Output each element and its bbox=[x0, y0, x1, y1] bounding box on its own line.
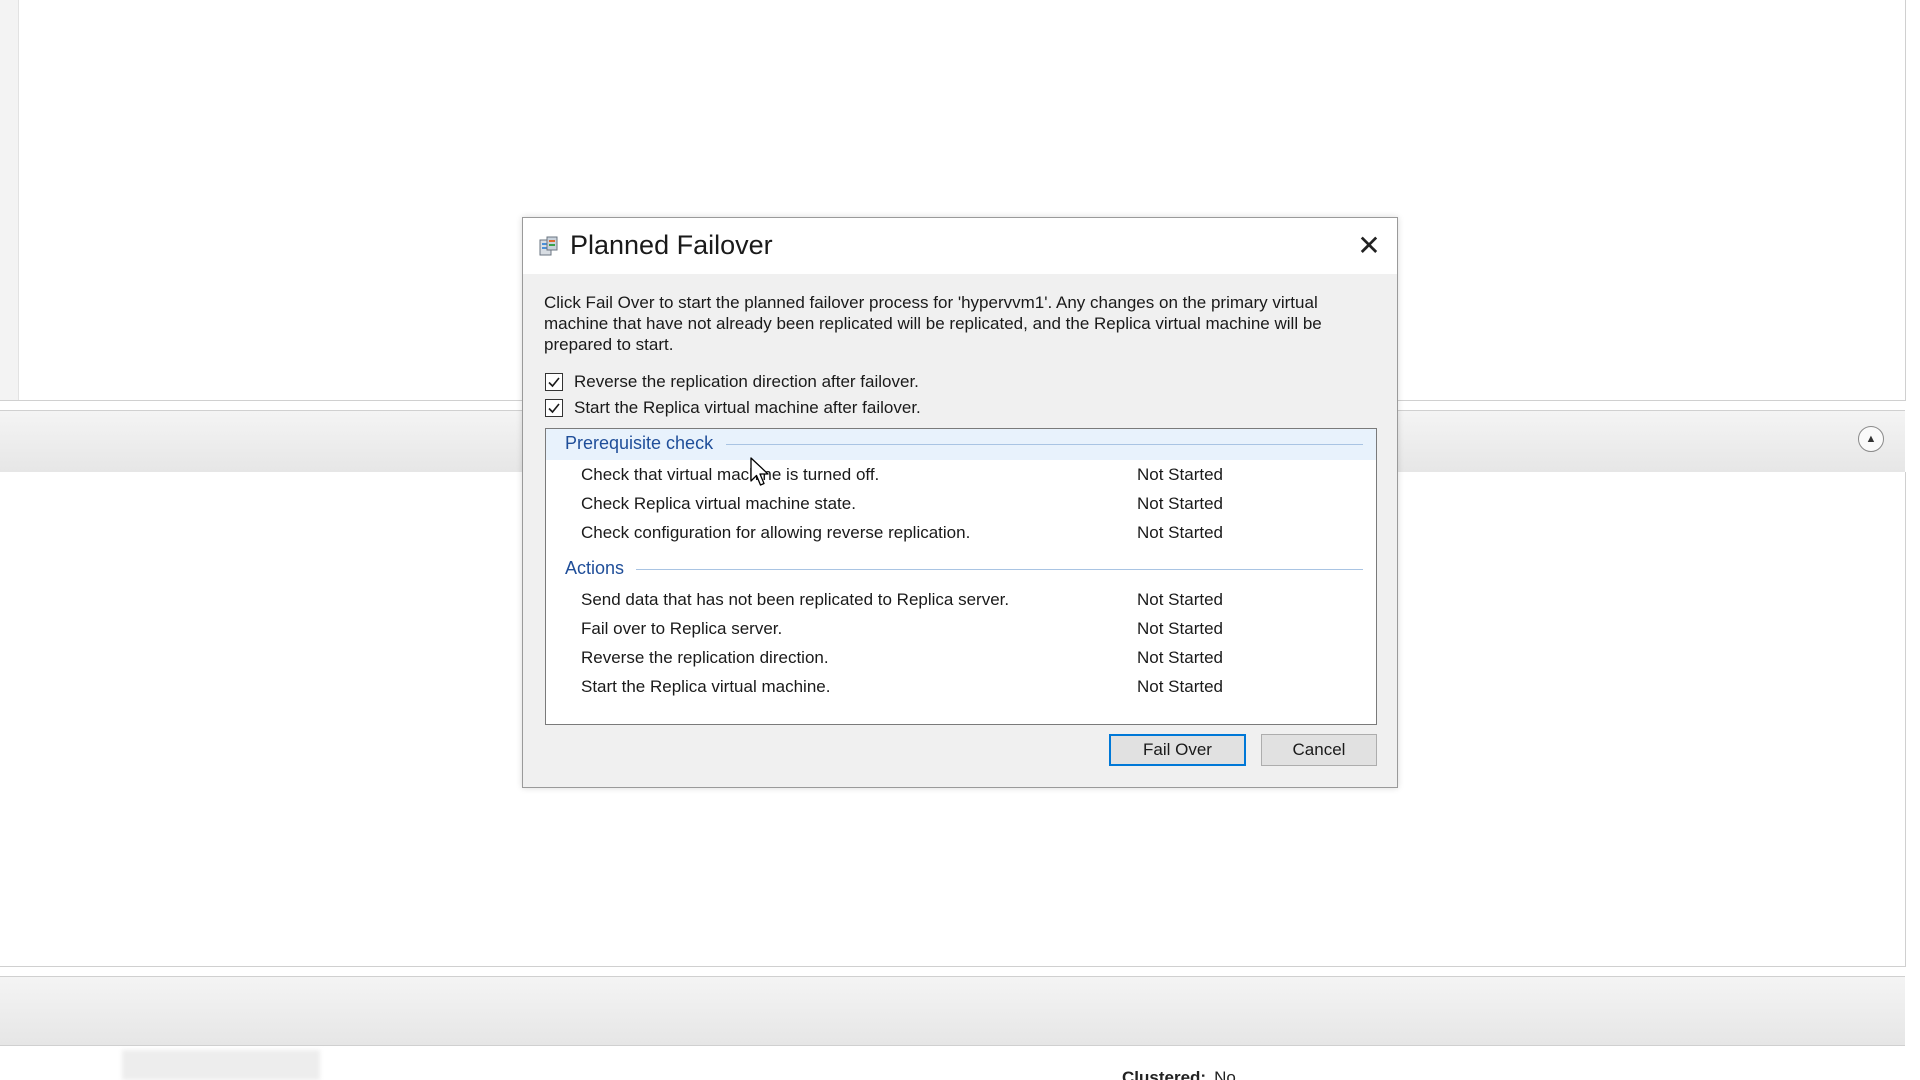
list-item: Check that virtual machine is turned off… bbox=[546, 461, 1376, 489]
start-replica-checkbox[interactable] bbox=[545, 399, 563, 417]
list-item: Fail over to Replica server. Not Started bbox=[546, 615, 1376, 643]
step-status: Not Started bbox=[1137, 648, 1223, 667]
mouse-cursor-icon bbox=[750, 457, 769, 486]
actions-section-title: Actions bbox=[565, 558, 625, 578]
step-label: Reverse the replication direction. bbox=[581, 648, 829, 667]
reverse-replication-option[interactable]: Reverse the replication direction after … bbox=[545, 371, 919, 393]
dialog-description: Click Fail Over to start the planned fai… bbox=[544, 293, 1322, 354]
list-item: Send data that has not been replicated t… bbox=[546, 586, 1376, 614]
list-item: Check Replica virtual machine state. Not… bbox=[546, 490, 1376, 518]
start-replica-option[interactable]: Start the Replica virtual machine after … bbox=[545, 397, 921, 419]
list-item: Reverse the replication direction. Not S… bbox=[546, 644, 1376, 672]
close-icon[interactable]: ✕ bbox=[1353, 230, 1385, 262]
failover-steps-list: Prerequisite check Check that virtual ma… bbox=[545, 428, 1377, 725]
step-label: Start the Replica virtual machine. bbox=[581, 677, 831, 696]
step-label: Send data that has not been replicated t… bbox=[581, 590, 1010, 609]
step-status: Not Started bbox=[1137, 523, 1223, 542]
desktop-screen: ▲ Clustered: No Planned Failover ✕ Click … bbox=[0, 0, 1920, 1080]
fail-over-button[interactable]: Fail Over bbox=[1109, 734, 1246, 766]
checkmark-icon bbox=[548, 377, 560, 388]
clustered-value: No bbox=[1214, 1068, 1236, 1080]
collapse-pane-icon[interactable]: ▲ bbox=[1858, 426, 1884, 452]
cancel-button[interactable]: Cancel bbox=[1261, 734, 1377, 766]
checkmark-icon bbox=[548, 403, 560, 414]
list-item: Start the Replica virtual machine. Not S… bbox=[546, 673, 1376, 701]
section-divider bbox=[726, 444, 1363, 445]
reverse-replication-label: Reverse the replication direction after … bbox=[574, 372, 919, 391]
planned-failover-dialog: Planned Failover ✕ Click Fail Over to st… bbox=[522, 217, 1398, 788]
step-label: Check Replica virtual machine state. bbox=[581, 494, 856, 513]
step-status: Not Started bbox=[1137, 465, 1223, 484]
list-item: Check configuration for allowing reverse… bbox=[546, 519, 1376, 547]
step-label: Fail over to Replica server. bbox=[581, 619, 783, 638]
actions-section-header: Actions bbox=[546, 554, 1376, 585]
step-status: Not Started bbox=[1137, 494, 1223, 513]
step-status: Not Started bbox=[1137, 619, 1223, 638]
background-left-strip bbox=[0, 0, 19, 400]
prerequisite-section-header: Prerequisite check bbox=[546, 429, 1376, 460]
dialog-title-bar: Planned Failover ✕ bbox=[523, 218, 1397, 274]
reverse-replication-checkbox[interactable] bbox=[545, 373, 563, 391]
step-label: Check configuration for allowing reverse… bbox=[581, 523, 971, 542]
step-label: Check that virtual machine is turned off… bbox=[581, 465, 880, 484]
prerequisite-section-title: Prerequisite check bbox=[565, 433, 714, 453]
section-divider bbox=[636, 569, 1363, 570]
background-details-header bbox=[0, 976, 1905, 1046]
clustered-info: Clustered: No bbox=[1122, 1068, 1236, 1080]
failover-icon bbox=[539, 236, 558, 256]
clustered-label: Clustered: bbox=[1122, 1068, 1207, 1080]
start-replica-label: Start the Replica virtual machine after … bbox=[574, 398, 921, 417]
step-status: Not Started bbox=[1137, 590, 1223, 609]
step-status: Not Started bbox=[1137, 677, 1223, 696]
dialog-title: Planned Failover bbox=[570, 230, 773, 260]
background-blurred-item bbox=[122, 1050, 320, 1080]
